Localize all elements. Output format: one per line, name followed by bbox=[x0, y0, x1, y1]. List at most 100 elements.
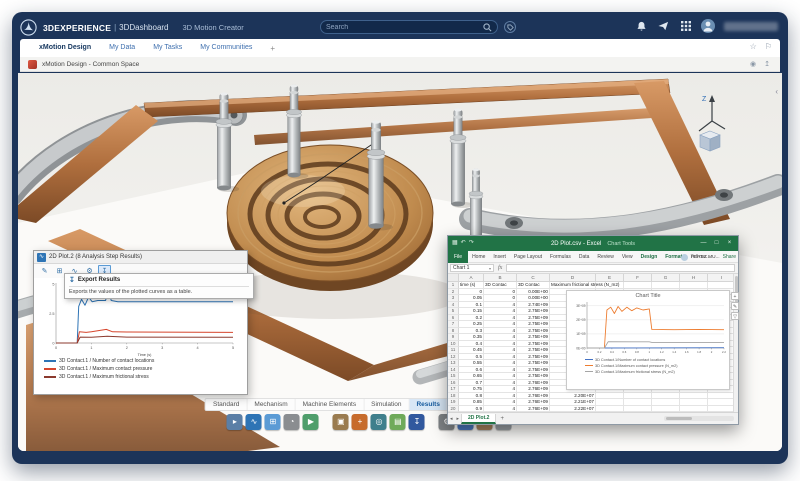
ribbon-tab-design[interactable]: Design bbox=[637, 251, 662, 263]
context-bar-icons: ◉ ↥ bbox=[750, 60, 770, 68]
tooltip-title: Export Results bbox=[78, 277, 120, 283]
section-tab-standard[interactable]: Standard bbox=[206, 399, 247, 410]
svg-text:3E+09: 3E+09 bbox=[576, 304, 586, 308]
3dexperience-compass-logo[interactable] bbox=[20, 19, 37, 36]
share-icon[interactable] bbox=[657, 20, 670, 33]
svg-text:2.2: 2.2 bbox=[722, 350, 726, 354]
brand-divider: | bbox=[114, 23, 116, 32]
plot-panel[interactable]: ∿ 2D Plot.2 (8 Analysis Step Results) ✎⊞… bbox=[33, 250, 248, 395]
ribbon-tab-review[interactable]: Review bbox=[593, 251, 617, 263]
section-tab-machine-elements[interactable]: Machine Elements bbox=[296, 399, 364, 410]
plot-panel-title-bar[interactable]: ∿ 2D Plot.2 (8 Analysis Step Results) bbox=[34, 251, 247, 264]
column-header-I[interactable]: I bbox=[708, 274, 733, 282]
favorites-star-icon[interactable]: ☆ bbox=[750, 42, 757, 51]
export-tool-icon[interactable]: ↧ bbox=[409, 414, 425, 430]
share-up-icon[interactable]: ↥ bbox=[764, 60, 770, 68]
ribbon-tab-data[interactable]: Data bbox=[575, 251, 594, 263]
table-tool-icon[interactable]: ⊞ bbox=[265, 414, 281, 430]
name-box[interactable]: Chart 1 ▾ bbox=[450, 264, 494, 272]
new-tab-button[interactable]: + bbox=[261, 42, 284, 55]
legend-marker bbox=[585, 365, 593, 367]
app-window: 3DEXPERIENCE | 3DDashboard 3D Motion Cre… bbox=[12, 12, 788, 464]
ribbon-tab-view[interactable]: View bbox=[618, 251, 637, 263]
close-button[interactable]: × bbox=[723, 236, 736, 251]
undo-icon[interactable]: ↶ bbox=[461, 236, 466, 251]
svg-text:1: 1 bbox=[648, 350, 650, 354]
play-animation-icon[interactable]: ▶ bbox=[303, 414, 319, 430]
column-header-C[interactable]: C bbox=[517, 274, 550, 282]
add-sheet-button[interactable]: + bbox=[496, 416, 508, 422]
search-tag-icon[interactable] bbox=[504, 21, 516, 33]
ribbon-tab-file[interactable]: File bbox=[448, 251, 468, 263]
notification-bell-icon[interactable] bbox=[635, 20, 648, 33]
name-box-dropdown-icon[interactable]: ▾ bbox=[489, 266, 491, 271]
legend-entry: 3D Contact.1/Number of contact locations bbox=[585, 357, 729, 362]
ribbon-tab-home[interactable]: Home bbox=[468, 251, 489, 263]
notifications-flag-icon[interactable]: ⚐ bbox=[765, 42, 772, 51]
user-name-redacted[interactable] bbox=[724, 22, 778, 31]
sheet-tab[interactable]: 2D Plot.2 bbox=[461, 414, 496, 424]
column-header-B[interactable]: B bbox=[484, 274, 517, 282]
chart-filter-button[interactable]: ▽ bbox=[731, 312, 739, 320]
cell-D1[interactable]: Maximum frictional stress (N_m2) bbox=[550, 282, 596, 289]
probe-tool-icon[interactable]: ◎ bbox=[371, 414, 387, 430]
save-icon[interactable]: ▦ bbox=[452, 236, 458, 251]
section-tab-mechanism[interactable]: Mechanism bbox=[247, 399, 295, 410]
members-icon[interactable]: ◉ bbox=[750, 60, 756, 68]
redo-icon[interactable]: ↷ bbox=[469, 236, 474, 251]
column-header-D[interactable]: D bbox=[550, 274, 596, 282]
brand-title: 3DEXPERIENCE bbox=[43, 23, 111, 33]
hscroll-thumb[interactable] bbox=[666, 417, 692, 420]
3d-viewport[interactable]: Z ‹ StandardMechanismMachine ElementsSim… bbox=[18, 73, 782, 451]
ribbon-tab-insert[interactable]: Insert bbox=[489, 251, 510, 263]
sensor-tool-icon[interactable]: + bbox=[352, 414, 368, 430]
apps-grid-icon[interactable] bbox=[679, 20, 692, 33]
excel-user-avatar[interactable] bbox=[681, 254, 688, 261]
report-tool-icon[interactable]: ▤ bbox=[390, 414, 406, 430]
select-tool-icon[interactable]: ▸ bbox=[227, 414, 243, 430]
gauge-tool-icon[interactable]: ◔ bbox=[284, 414, 300, 430]
maximize-button[interactable]: □ bbox=[710, 236, 723, 251]
scroll-plate-part[interactable] bbox=[227, 145, 433, 291]
column-header-G[interactable]: G bbox=[652, 274, 680, 282]
section-tab-simulation[interactable]: Simulation bbox=[364, 399, 409, 410]
tab-my-communities[interactable]: My Communities bbox=[191, 42, 261, 55]
legend-marker bbox=[44, 360, 56, 362]
search-box[interactable] bbox=[320, 20, 498, 34]
excel-title-bar[interactable]: ▦↶↷ 2D Plot.csv - ExcelChart Tools — □ × bbox=[448, 236, 738, 251]
snapshot-tool-icon[interactable]: ▣ bbox=[333, 414, 349, 430]
share-button[interactable]: Share bbox=[723, 254, 736, 260]
legend-label: 3D Contact.1/Maximum contact pressure (N… bbox=[595, 364, 678, 368]
horizontal-scrollbar[interactable] bbox=[664, 416, 734, 421]
tab-xmotion-design[interactable]: xMotion Design bbox=[30, 42, 100, 55]
chart-add-element-button[interactable]: + bbox=[731, 292, 739, 300]
platform-name[interactable]: 3DDashboard bbox=[119, 23, 168, 32]
collapse-panel-chevron-icon[interactable]: ‹ bbox=[775, 87, 778, 96]
search-input[interactable] bbox=[326, 24, 483, 31]
legend-entry: 3D Contact.1/Maximum contact pressure (N… bbox=[585, 363, 729, 368]
view-cube[interactable] bbox=[700, 131, 720, 151]
plot-panel-title: 2D Plot.2 (8 Analysis Step Results) bbox=[49, 254, 142, 260]
tab-my-data[interactable]: My Data bbox=[100, 42, 144, 55]
avatar[interactable] bbox=[701, 19, 715, 33]
quick-access-toolbar: ▦↶↷ bbox=[452, 236, 474, 251]
section-tab-results[interactable]: Results bbox=[409, 399, 447, 410]
ribbon-tab-formulas[interactable]: Formulas bbox=[546, 251, 575, 263]
excel-window[interactable]: ▦↶↷ 2D Plot.csv - ExcelChart Tools — □ ×… bbox=[447, 235, 739, 425]
ribbon-tab-page-layout[interactable]: Page Layout bbox=[510, 251, 546, 263]
embedded-chart[interactable]: Chart Title 3E+092E+091E+090E+0000.20.40… bbox=[566, 290, 730, 390]
column-header-H[interactable]: H bbox=[680, 274, 708, 282]
select-all-corner[interactable] bbox=[448, 274, 459, 282]
plot-tool-icon[interactable]: ∿ bbox=[246, 414, 262, 430]
formula-input[interactable] bbox=[506, 264, 735, 272]
minimize-button[interactable]: — bbox=[697, 236, 710, 251]
column-header-A[interactable]: A bbox=[459, 274, 484, 282]
tab-bar-right-icons: ☆ ⚐ bbox=[750, 42, 772, 51]
edit-plot-icon[interactable]: ✎ bbox=[38, 265, 51, 277]
excel-chart-title[interactable]: Chart Title bbox=[567, 291, 729, 301]
column-header-E[interactable]: E bbox=[596, 274, 624, 282]
search-icon[interactable] bbox=[483, 23, 492, 32]
chart-style-button[interactable]: ✎ bbox=[731, 302, 739, 310]
tab-my-tasks[interactable]: My Tasks bbox=[144, 42, 191, 55]
column-header-F[interactable]: F bbox=[624, 274, 652, 282]
